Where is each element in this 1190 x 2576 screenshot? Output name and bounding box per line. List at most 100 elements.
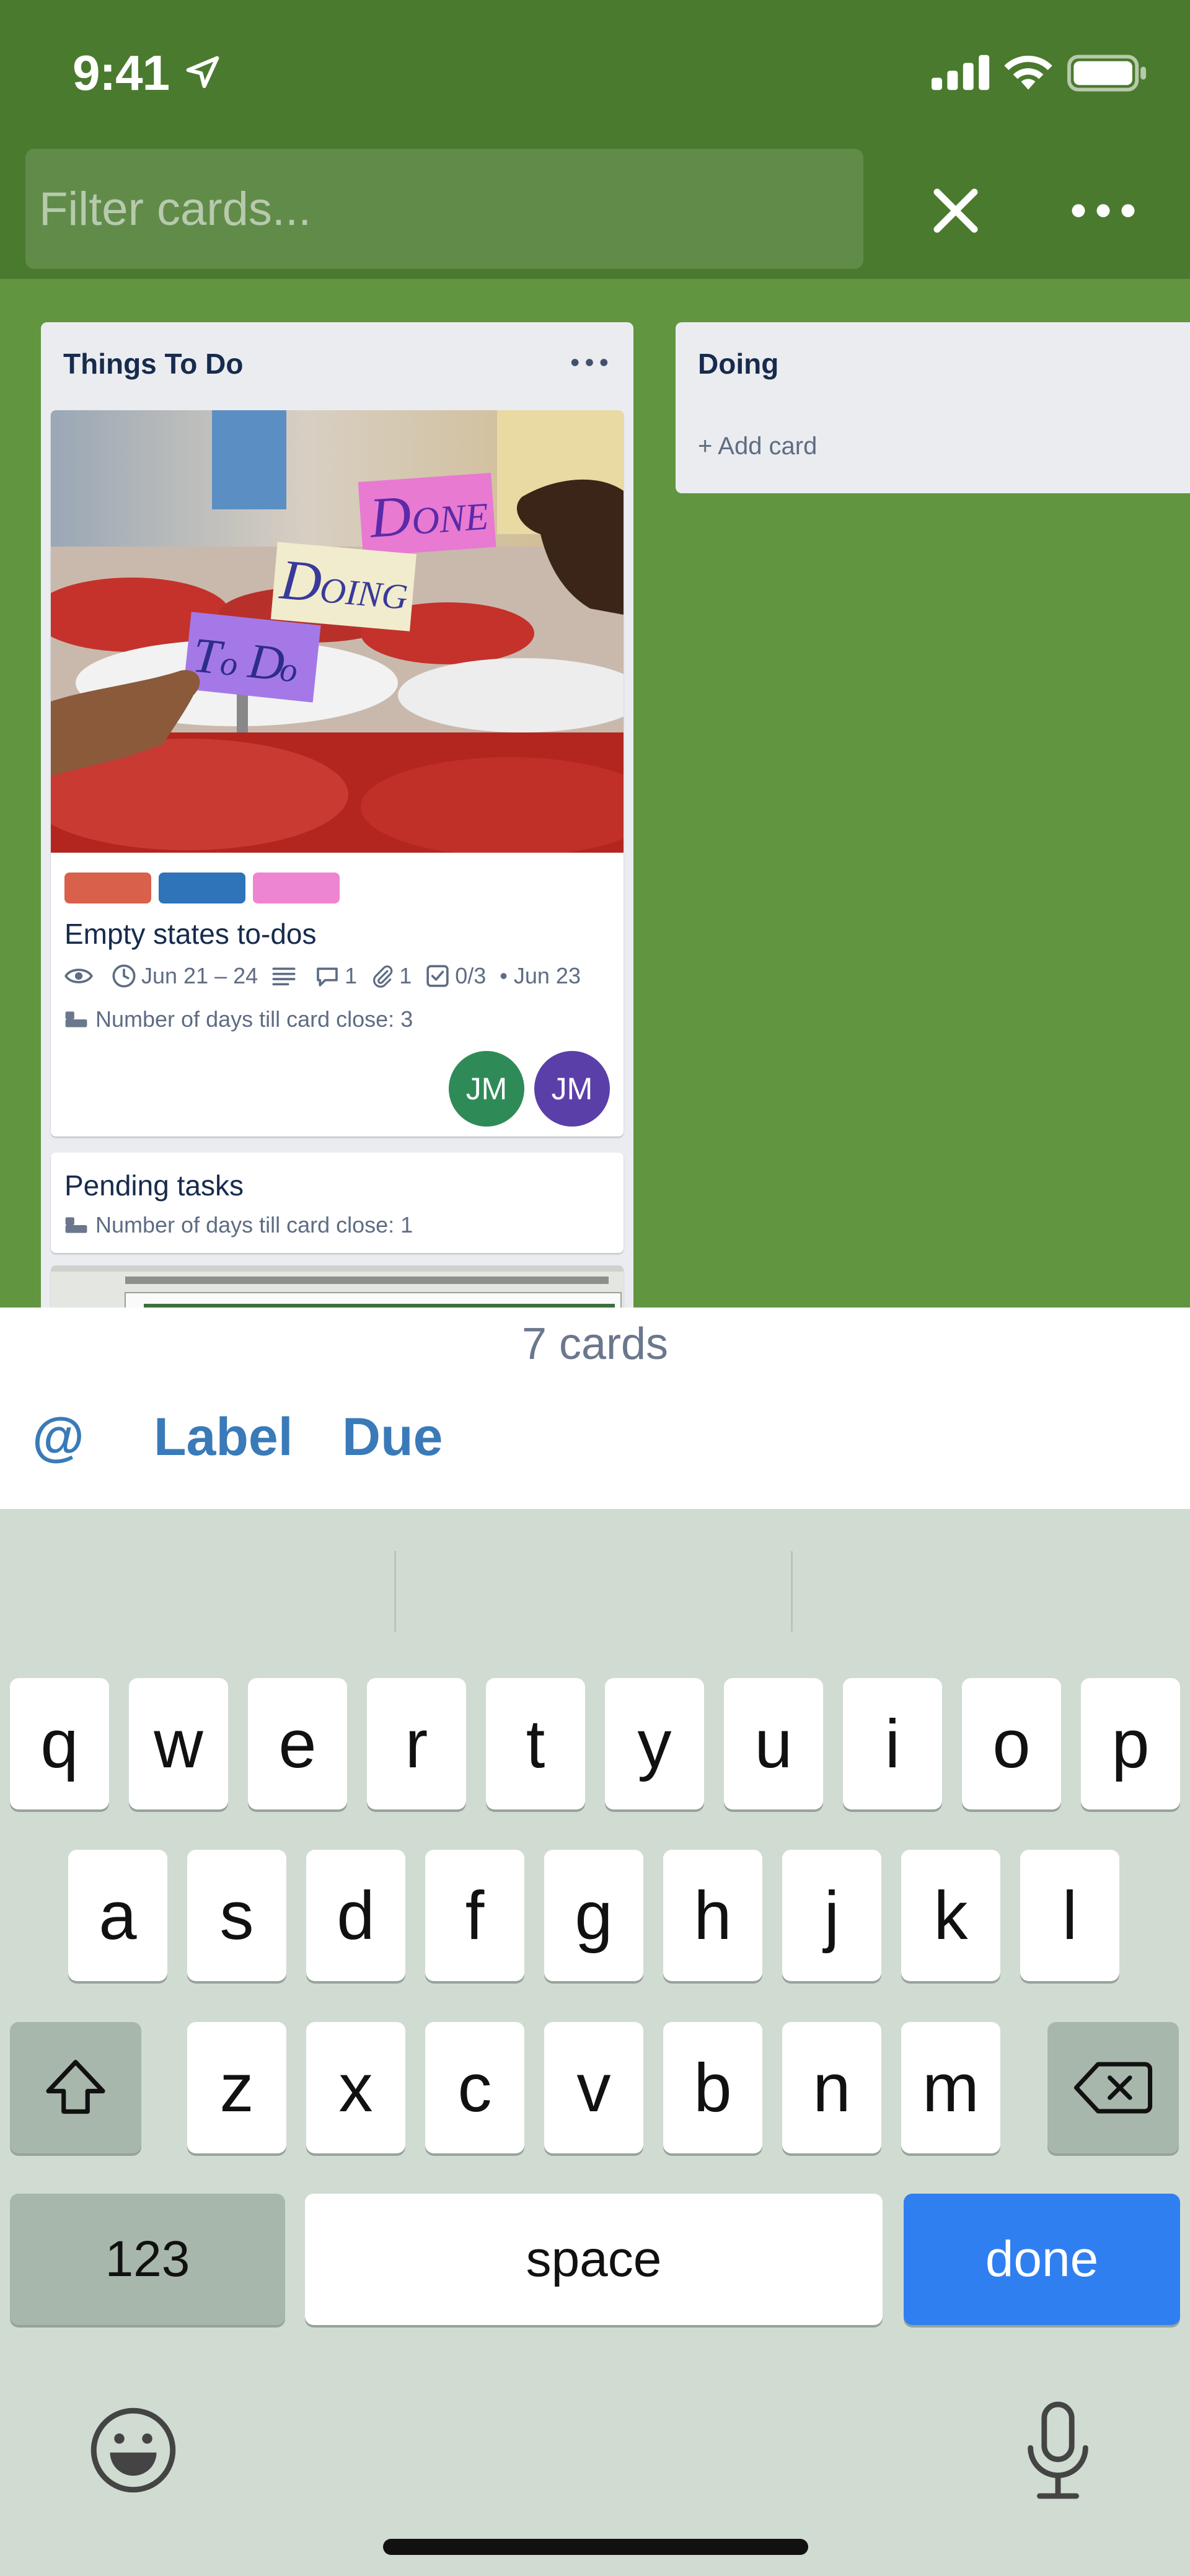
label-pink[interactable] bbox=[253, 873, 340, 903]
key-n[interactable]: n bbox=[782, 2022, 881, 2153]
svg-text:OING: OING bbox=[319, 569, 410, 617]
custom-field-icon bbox=[65, 1217, 87, 1233]
key-x[interactable]: x bbox=[306, 2022, 405, 2153]
key-c[interactable]: c bbox=[425, 2022, 524, 2153]
due-badge: • Jun 23 bbox=[500, 963, 581, 989]
key-j[interactable]: j bbox=[782, 1850, 881, 1981]
checklist-badge: 0/3 bbox=[425, 963, 486, 989]
card-partial[interactable] bbox=[51, 1265, 624, 1308]
filter-suggestions-bar: 7 cards @ Label Due bbox=[0, 1308, 1190, 1509]
comment-icon bbox=[317, 967, 338, 987]
custom-field-icon bbox=[65, 1011, 87, 1027]
description-badge bbox=[271, 965, 301, 987]
label-filter-button[interactable]: Label bbox=[154, 1407, 293, 1468]
key-d[interactable]: d bbox=[306, 1850, 405, 1981]
key-p[interactable]: p bbox=[1081, 1678, 1180, 1809]
key-v[interactable]: v bbox=[544, 2022, 643, 2153]
member-avatar[interactable]: JM bbox=[534, 1051, 610, 1127]
eye-icon bbox=[64, 969, 93, 983]
clock-icon bbox=[112, 964, 136, 988]
card-pending-tasks[interactable]: Pending tasks Number of days till card c… bbox=[51, 1153, 624, 1253]
close-icon[interactable] bbox=[925, 180, 987, 242]
key-y[interactable]: y bbox=[605, 1678, 704, 1809]
card-cover-image: D ONE D OING T o D o bbox=[51, 410, 624, 853]
svg-text:D: D bbox=[276, 547, 324, 614]
checklist-icon bbox=[426, 965, 449, 987]
key-k[interactable]: k bbox=[901, 1850, 1000, 1981]
key-z[interactable]: z bbox=[187, 2022, 286, 2153]
custom-field-badge: Number of days till card close: 3 bbox=[64, 1006, 413, 1032]
label-red[interactable] bbox=[64, 873, 151, 903]
card-badges: Jun 21 – 24 1 1 0/3 • Jun 23 bbox=[64, 961, 594, 991]
cellular-signal-icon bbox=[932, 55, 990, 90]
description-icon bbox=[272, 967, 296, 986]
card-title: Pending tasks bbox=[64, 1169, 244, 1202]
more-options-icon[interactable] bbox=[1066, 180, 1140, 242]
comments-count: 1 bbox=[345, 963, 358, 988]
microphone-icon[interactable] bbox=[1011, 2398, 1104, 2503]
delete-key[interactable] bbox=[1047, 2022, 1179, 2153]
filter-cards-input[interactable] bbox=[39, 149, 845, 269]
top-bar: 9:41 bbox=[0, 0, 1190, 279]
battery-icon bbox=[1067, 55, 1147, 92]
label-blue[interactable] bbox=[159, 873, 245, 903]
space-key[interactable]: space bbox=[305, 2194, 883, 2325]
custom-field-text: Number of days till card close: 1 bbox=[95, 1212, 413, 1237]
key-i[interactable]: i bbox=[843, 1678, 942, 1809]
key-e[interactable]: e bbox=[248, 1678, 347, 1809]
list-title: Doing bbox=[698, 348, 779, 380]
key-r[interactable]: r bbox=[367, 1678, 466, 1809]
dates-text: Jun 21 – 24 bbox=[141, 963, 258, 988]
attachments-count: 1 bbox=[399, 963, 412, 988]
svg-text:D: D bbox=[366, 483, 413, 550]
key-g[interactable]: g bbox=[544, 1850, 643, 1981]
key-w[interactable]: w bbox=[129, 1678, 228, 1809]
prediction-divider bbox=[791, 1551, 793, 1632]
due-text: • Jun 23 bbox=[500, 963, 581, 988]
dates-badge: Jun 21 – 24 bbox=[112, 963, 258, 989]
card-count: 7 cards bbox=[521, 1319, 669, 1369]
emoji-icon[interactable] bbox=[87, 2404, 180, 2497]
key-b[interactable]: b bbox=[663, 2022, 762, 2153]
shift-key[interactable] bbox=[10, 2022, 141, 2153]
location-arrow-icon bbox=[186, 56, 219, 89]
list-doing: Doing + Add card bbox=[676, 322, 1190, 493]
home-indicator bbox=[383, 2539, 808, 2555]
key-a[interactable]: a bbox=[68, 1850, 167, 1981]
attachment-icon bbox=[373, 965, 393, 988]
keyboard: q w e r t y u i o p a s d f g h j k l z … bbox=[0, 1509, 1190, 2576]
mention-filter-button[interactable]: @ bbox=[32, 1407, 84, 1468]
svg-text:ONE: ONE bbox=[410, 496, 490, 543]
due-filter-button[interactable]: Due bbox=[342, 1407, 443, 1468]
prediction-divider bbox=[394, 1551, 396, 1632]
key-q[interactable]: q bbox=[10, 1678, 109, 1809]
custom-field-badge: Number of days till card close: 1 bbox=[64, 1212, 413, 1238]
checklist-count: 0/3 bbox=[455, 963, 487, 988]
done-key[interactable]: done bbox=[904, 2194, 1180, 2325]
filter-field bbox=[25, 149, 863, 269]
backspace-icon bbox=[1073, 2062, 1153, 2114]
key-f[interactable]: f bbox=[425, 1850, 524, 1981]
key-h[interactable]: h bbox=[663, 1850, 762, 1981]
list-things-to-do: Things To Do D ONE D OING T o D o Empty … bbox=[41, 322, 633, 1308]
list-menu-icon[interactable] bbox=[568, 347, 611, 378]
card-empty-states[interactable]: D ONE D OING T o D o Empty states to-dos… bbox=[51, 410, 624, 1136]
member-avatar[interactable]: JM bbox=[449, 1051, 524, 1127]
key-o[interactable]: o bbox=[962, 1678, 1061, 1809]
add-card-button[interactable]: + Add card bbox=[698, 433, 817, 460]
key-l[interactable]: l bbox=[1020, 1850, 1119, 1981]
key-s[interactable]: s bbox=[187, 1850, 286, 1981]
numbers-key[interactable]: 123 bbox=[10, 2194, 285, 2325]
card-title: Empty states to-dos bbox=[64, 918, 317, 950]
watching-badge bbox=[64, 965, 98, 987]
wifi-icon bbox=[1004, 55, 1052, 90]
custom-field-text: Number of days till card close: 3 bbox=[95, 1006, 413, 1032]
key-t[interactable]: t bbox=[486, 1678, 585, 1809]
status-time: 9:41 bbox=[73, 45, 170, 100]
key-m[interactable]: m bbox=[901, 2022, 1000, 2153]
board: Things To Do D ONE D OING T o D o Empty … bbox=[0, 279, 1190, 1308]
comments-badge: 1 bbox=[315, 963, 357, 989]
card-cover-image bbox=[51, 1265, 624, 1308]
key-u[interactable]: u bbox=[724, 1678, 823, 1809]
list-title: Things To Do bbox=[63, 348, 244, 380]
